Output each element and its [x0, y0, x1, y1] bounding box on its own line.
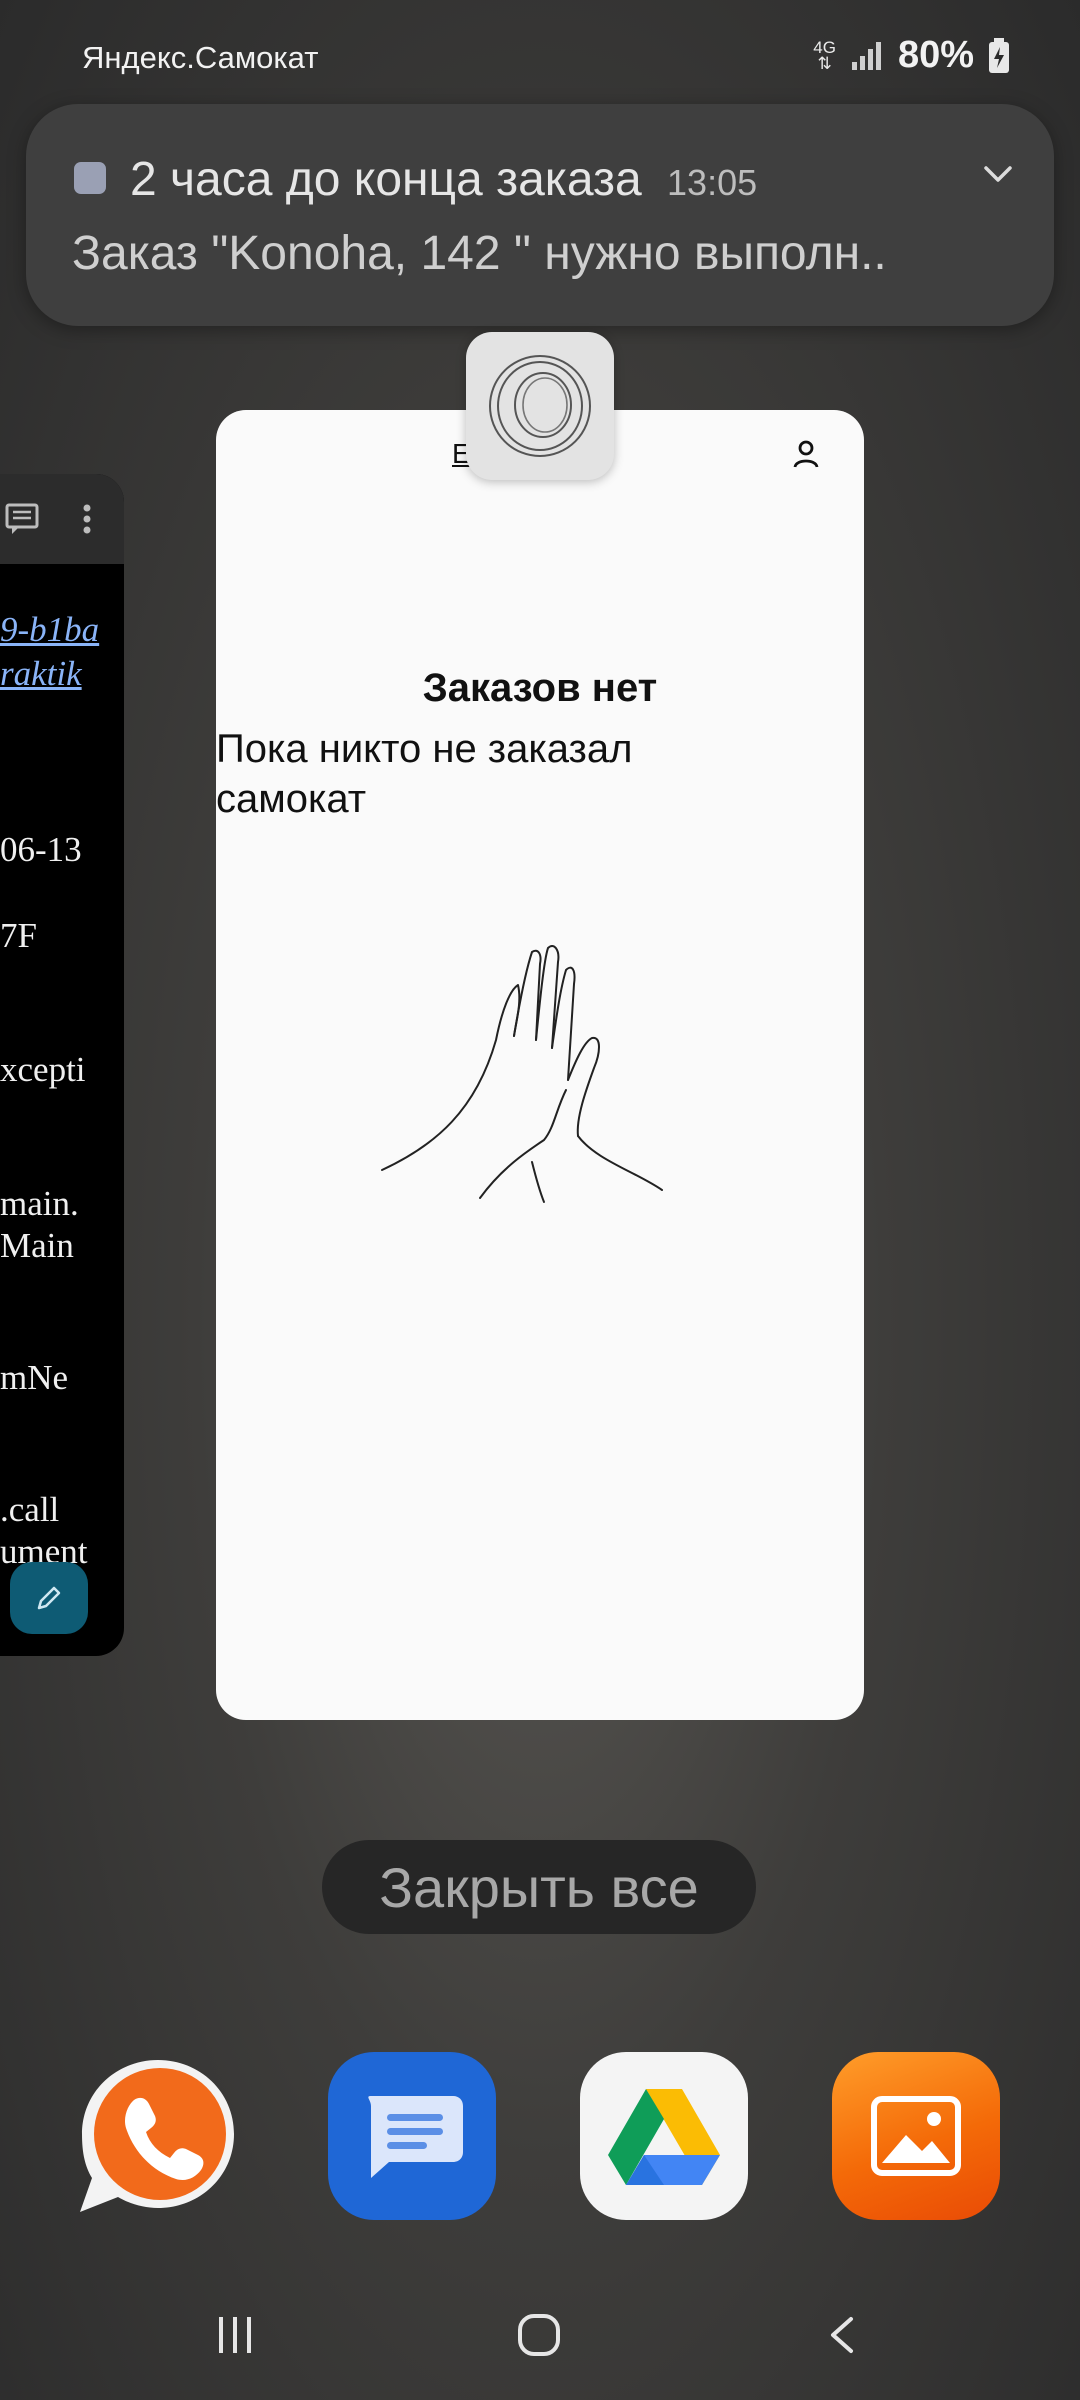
left-card-line: 9-b1ba	[0, 610, 100, 649]
notification-app-icon	[74, 162, 106, 194]
samokat-app-icon[interactable]	[466, 332, 614, 480]
ring-app-logo-icon	[489, 355, 591, 457]
messages-app-icon[interactable]	[328, 2052, 496, 2220]
status-icons: 4G ⇅ 80%	[813, 34, 1010, 77]
recents-button[interactable]	[200, 2300, 270, 2370]
home-icon	[518, 2314, 560, 2356]
edit-button[interactable]	[10, 1562, 88, 1634]
left-card-line: 06-13	[0, 830, 82, 869]
more-vertical-icon[interactable]	[82, 502, 92, 536]
left-card-line: .call	[0, 1490, 60, 1529]
back-chevron-icon	[831, 2317, 853, 2353]
battery-percent: 80%	[897, 34, 974, 76]
status-app-name: Яндекс.Самокат	[82, 40, 319, 75]
gallery-app-icon[interactable]	[832, 2052, 1000, 2220]
notification-title: 2 часа до конца заказа	[130, 153, 642, 206]
left-card-toolbar	[0, 474, 124, 564]
empty-state-subtitle: Пока никто не заказал самокат	[216, 727, 633, 821]
recents-icon	[219, 2317, 251, 2353]
message-bubble-icon	[368, 2096, 463, 2178]
notification-card[interactable]: 2 часа до конца заказа 13:05 Заказ "Kono…	[26, 104, 1054, 326]
profile-icon[interactable]	[788, 436, 824, 472]
pencil-icon	[37, 1586, 61, 1610]
back-button[interactable]	[808, 2300, 878, 2370]
navigation-bar	[0, 2290, 1080, 2390]
battery-charging-icon	[989, 37, 1009, 73]
google-drive-app-icon[interactable]	[580, 2052, 748, 2220]
app-dock	[0, 2052, 1080, 2232]
recent-app-card-samokat[interactable]: E Заказов нет Пока никто не заказал само…	[216, 410, 864, 1720]
left-card-line: raktik	[0, 654, 82, 693]
expand-chevron-icon[interactable]	[978, 154, 1018, 194]
left-card-line: Main	[0, 1226, 74, 1265]
notification-text: Заказ "Konoha, 142 " нужно выполн..	[72, 227, 887, 280]
close-all-button[interactable]: Закрыть все	[322, 1840, 756, 1934]
status-bar: Яндекс.Самокат 4G ⇅ 80%	[0, 0, 1080, 120]
recent-app-card-left[interactable]: 9-b1ba raktik 06-13 7F xcepti main. Main…	[0, 474, 124, 1656]
home-button[interactable]	[504, 2300, 574, 2370]
high-five-illustration	[381, 944, 663, 1203]
left-card-line: 7F	[0, 916, 37, 955]
left-card-line: xcepti	[0, 1050, 86, 1089]
left-card-line: main.	[0, 1184, 79, 1223]
phone-app-icon[interactable]	[74, 2052, 242, 2220]
picture-icon	[871, 2096, 961, 2176]
signal-icon	[851, 41, 881, 70]
notification-title-row: 2 часа до конца заказа 13:05	[130, 152, 757, 207]
drive-logo-icon	[608, 2089, 720, 2185]
left-card-line: mNe	[0, 1358, 69, 1397]
notification-time: 13:05	[667, 162, 758, 203]
empty-state-title: Заказов нет	[422, 666, 658, 710]
phone-icon	[80, 2060, 234, 2212]
comment-icon[interactable]	[4, 502, 40, 536]
network-4g-icon: 4G ⇅	[813, 37, 836, 73]
